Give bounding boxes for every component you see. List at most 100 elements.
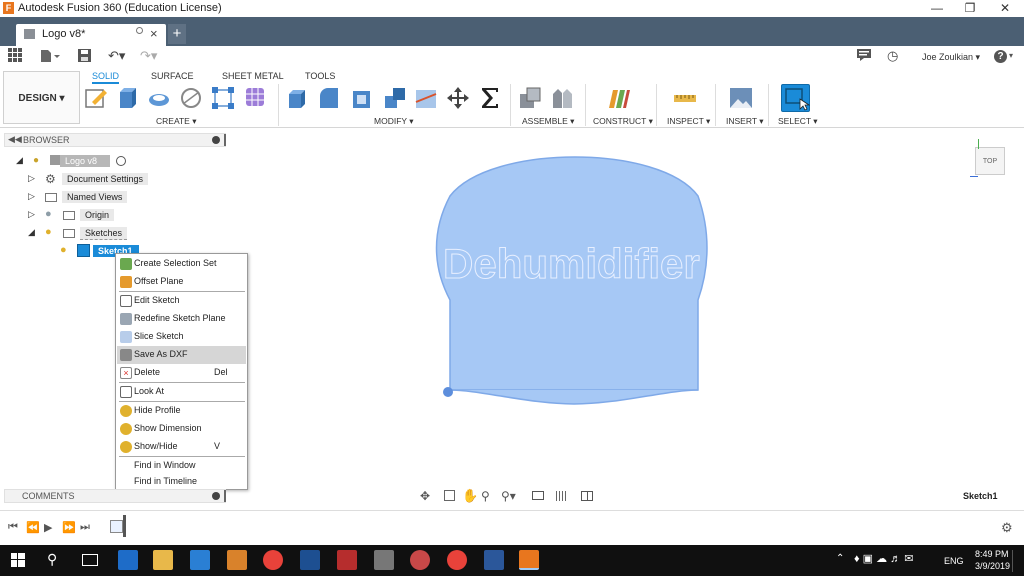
minimize-button[interactable]: —	[920, 0, 954, 17]
word-icon[interactable]	[484, 550, 504, 570]
todo-app-icon[interactable]	[190, 550, 210, 570]
help-dropdown-icon[interactable]: ▾	[1009, 51, 1013, 60]
visibility-bulb-icon[interactable]: ●	[60, 244, 67, 256]
parameters-sigma-icon[interactable]	[478, 86, 502, 110]
task-view-icon[interactable]	[82, 554, 98, 566]
clock-time[interactable]: 8:49 PM	[975, 549, 1009, 559]
view-cube[interactable]: TOP	[975, 147, 1005, 175]
comments-panel-header[interactable]: COMMENTS	[4, 489, 226, 503]
timeline-settings-gear-icon[interactable]: ⚙	[1001, 520, 1013, 536]
revolve-icon[interactable]	[147, 86, 171, 110]
menu-item-save-as-dxf[interactable]: Save As DXF	[117, 346, 246, 364]
windows-start-icon[interactable]	[11, 553, 25, 570]
joint-icon[interactable]	[550, 86, 574, 110]
pattern-icon[interactable]	[211, 86, 235, 110]
tab-sheet-metal[interactable]: SHEET METAL	[222, 71, 284, 81]
fillet-icon[interactable]	[317, 86, 341, 110]
job-status-icon[interactable]	[857, 49, 871, 64]
menu-item-hide-profile[interactable]: Hide Profile	[117, 402, 246, 420]
file-explorer-icon[interactable]	[153, 550, 173, 570]
orbit-icon[interactable]: ✥	[420, 489, 430, 503]
language-indicator[interactable]: ENG	[944, 556, 964, 566]
select-group-label[interactable]: SELECT ▾	[778, 116, 818, 127]
file-menu-icon[interactable]	[40, 49, 60, 66]
collapse-arrow-icon[interactable]: ◢	[28, 227, 35, 238]
modify-group-label[interactable]: MODIFY ▾	[374, 116, 414, 127]
tree-node-named-views[interactable]: Named Views	[62, 191, 128, 203]
maximize-button[interactable]: ❐	[953, 0, 987, 17]
media-app-icon[interactable]	[227, 550, 247, 570]
close-tab-icon[interactable]: ×	[150, 26, 158, 41]
menu-item-edit-sketch[interactable]: Edit Sketch	[117, 292, 246, 310]
insert-canvas-icon[interactable]	[729, 86, 753, 110]
zoom-icon[interactable]: ⚲	[481, 489, 490, 503]
zoom-window-icon[interactable]: ⚲▾	[501, 489, 516, 503]
menu-item-redefine-sketch-plane[interactable]: Redefine Sketch Plane	[117, 310, 246, 328]
construct-group-label[interactable]: CONSTRUCT ▾	[593, 116, 653, 127]
insert-group-label[interactable]: INSERT ▾	[726, 116, 764, 127]
menu-item-offset-plane[interactable]: Offset Plane	[117, 273, 246, 291]
activate-radio-icon[interactable]	[116, 156, 126, 166]
create-sketch-icon[interactable]	[84, 86, 108, 110]
visibility-bulb-icon[interactable]: ●	[45, 226, 52, 238]
tray-icons[interactable]: ♦ ▣ ☁ ♬ ✉	[854, 552, 913, 565]
offset-plane-icon[interactable]	[607, 86, 631, 110]
app-icon[interactable]	[300, 550, 320, 570]
collapse-arrow-icon[interactable]: ◢	[16, 155, 23, 166]
tab-tools[interactable]: TOOLS	[305, 71, 335, 81]
add-comment-icon[interactable]	[212, 492, 220, 500]
chrome-icon-2[interactable]	[447, 550, 467, 570]
menu-item-show-hide[interactable]: Show/Hide V	[117, 438, 246, 456]
split-body-icon[interactable]	[414, 86, 438, 110]
comments-resize-handle[interactable]	[224, 490, 226, 502]
assemble-group-label[interactable]: ASSEMBLE ▾	[522, 116, 574, 127]
tree-node-sketches[interactable]: Sketches	[80, 227, 128, 240]
undo-icon[interactable]: ↶▾	[108, 48, 125, 64]
chrome-icon[interactable]	[263, 550, 283, 570]
viewports-icon[interactable]	[581, 491, 593, 501]
save-icon[interactable]	[78, 49, 91, 65]
pan-hand-icon[interactable]: ✋	[462, 488, 478, 504]
browser-pin-icon[interactable]	[212, 136, 220, 144]
data-panel-grid-icon[interactable]	[8, 48, 22, 65]
look-at-icon[interactable]	[444, 490, 455, 501]
move-icon[interactable]	[446, 86, 470, 110]
new-tab-button[interactable]: +	[168, 24, 186, 44]
play-icon[interactable]: ▶	[44, 521, 52, 534]
menu-item-create-selection-set[interactable]: Create Selection Set	[117, 255, 246, 273]
workspace-switcher[interactable]: DESIGN ▾	[3, 71, 80, 124]
tab-surface[interactable]: SURFACE	[151, 71, 194, 81]
new-component-icon[interactable]	[518, 86, 542, 110]
expand-arrow-icon[interactable]: ▷	[28, 173, 35, 184]
press-pull-icon[interactable]	[285, 86, 309, 110]
combine-icon[interactable]	[383, 86, 407, 110]
create-group-label[interactable]: CREATE ▾	[156, 116, 196, 127]
acrobat-icon[interactable]	[337, 550, 357, 570]
tab-solid[interactable]: SOLID	[92, 71, 120, 84]
measure-icon[interactable]	[673, 86, 697, 110]
user-menu[interactable]: Joe Zoulkian ▾	[922, 52, 980, 63]
search-icon[interactable]: ⚲	[47, 551, 57, 568]
timeline-sketch-feature[interactable]	[110, 520, 123, 533]
select-tool-icon[interactable]	[781, 84, 811, 112]
edge-browser-icon[interactable]	[118, 550, 138, 570]
document-tab[interactable]: Logo v8* ×	[16, 24, 166, 46]
menu-item-show-dimension[interactable]: Show Dimension	[117, 420, 246, 438]
show-desktop-button[interactable]	[1012, 550, 1022, 572]
sketch-text[interactable]: Dehumidifier	[443, 240, 701, 288]
redo-icon[interactable]: ↷▾	[140, 48, 157, 64]
tree-root-node[interactable]: Logo v8	[60, 155, 110, 167]
shell-icon[interactable]	[350, 86, 374, 110]
help-icon[interactable]: ?	[994, 50, 1007, 63]
snipping-tool-icon[interactable]	[410, 550, 430, 570]
menu-item-delete[interactable]: × Delete Del	[117, 364, 246, 382]
menu-item-look-at[interactable]: Look At	[117, 383, 246, 401]
collapse-browser-icon[interactable]: ◀◀	[8, 134, 22, 145]
form-icon[interactable]	[244, 86, 268, 110]
expand-arrow-icon[interactable]: ▷	[28, 209, 35, 220]
tree-node-document-settings[interactable]: Document Settings	[62, 173, 149, 185]
extrude-icon[interactable]	[115, 86, 139, 110]
step-forward-icon[interactable]: ⏩	[62, 521, 76, 534]
calculator-icon[interactable]	[374, 550, 394, 570]
menu-item-slice-sketch[interactable]: Slice Sketch	[117, 328, 246, 346]
